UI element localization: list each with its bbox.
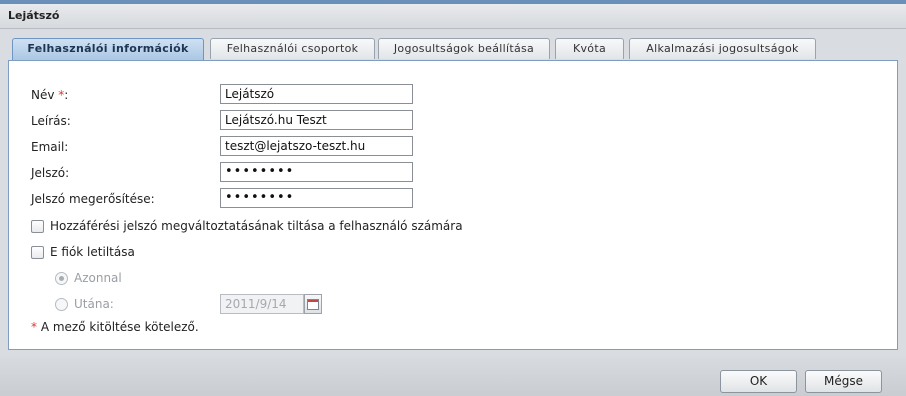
disallow-password-change-label: Hozzáférési jelszó megváltoztatásának ti…: [50, 219, 463, 233]
disallow-password-change-checkbox[interactable]: [31, 219, 44, 233]
tab-label: Felhasználói csoportok: [226, 42, 359, 55]
description-label: Leírás:: [31, 114, 71, 128]
name-input[interactable]: Lejátszó: [220, 84, 413, 104]
required-field-note: * A mező kitöltése kötelező.: [31, 320, 199, 334]
disable-account-label: E fiók letiltása: [50, 245, 135, 259]
confirm-password-input[interactable]: ••••••••: [220, 188, 413, 208]
cancel-button[interactable]: Mégse: [805, 370, 882, 393]
tab-label: Kvóta: [572, 42, 606, 55]
disable-now-option[interactable]: Azonnal: [55, 270, 122, 286]
tab-user-groups[interactable]: Felhasználói csoportok: [210, 38, 375, 59]
ok-button[interactable]: OK: [720, 370, 797, 393]
tab-permissions[interactable]: Jogosultságok beállítása: [378, 38, 550, 59]
user-dialog: Lejátszó Felhasználói információk Felhas…: [0, 0, 906, 396]
disable-now-label: Azonnal: [74, 271, 122, 285]
name-label: Név *:: [31, 88, 68, 102]
disable-now-radio[interactable]: [55, 271, 68, 285]
confirm-password-label: Jelszó megerősítése:: [31, 192, 155, 206]
description-input[interactable]: Lejátszó.hu Teszt: [220, 110, 413, 130]
window-title: Lejátszó: [8, 9, 60, 22]
disable-account-checkbox[interactable]: [31, 245, 44, 259]
tab-user-info[interactable]: Felhasználói információk: [12, 38, 204, 61]
date-picker-button[interactable]: [304, 294, 322, 314]
tab-label: Felhasználói információk: [27, 42, 189, 55]
tab-label: Jogosultságok beállítása: [393, 42, 535, 55]
disable-after-radio[interactable]: [55, 297, 68, 311]
user-info-panel: Név *: Lejátszó Leírás: Lejátszó.hu Tesz…: [8, 60, 898, 350]
name-label-text: Név: [31, 88, 55, 102]
calendar-icon: [307, 298, 319, 310]
disallow-password-change-option[interactable]: Hozzáférési jelszó megváltoztatásának ti…: [31, 218, 463, 234]
name-label-suffix: :: [64, 88, 69, 102]
disable-after-option[interactable]: Utána:: [55, 296, 114, 312]
email-label: Email:: [31, 140, 69, 154]
disable-date-input[interactable]: 2011/9/14: [220, 294, 304, 314]
tab-quota[interactable]: Kvóta: [555, 38, 624, 59]
password-input[interactable]: ••••••••: [220, 162, 413, 182]
disable-after-label: Utána:: [74, 297, 114, 311]
required-field-note-text: A mező kitöltése kötelező.: [40, 320, 199, 334]
tab-label: Alkalmazási jogosultságok: [646, 42, 799, 55]
required-marker: *: [31, 320, 37, 334]
password-label: Jelszó:: [31, 166, 70, 180]
disable-account-option[interactable]: E fiók letiltása: [31, 244, 135, 260]
email-input[interactable]: teszt@lejatszo-teszt.hu: [220, 136, 413, 156]
title-bar: Lejátszó: [0, 4, 906, 29]
tab-app-permissions[interactable]: Alkalmazási jogosultságok: [629, 38, 816, 59]
